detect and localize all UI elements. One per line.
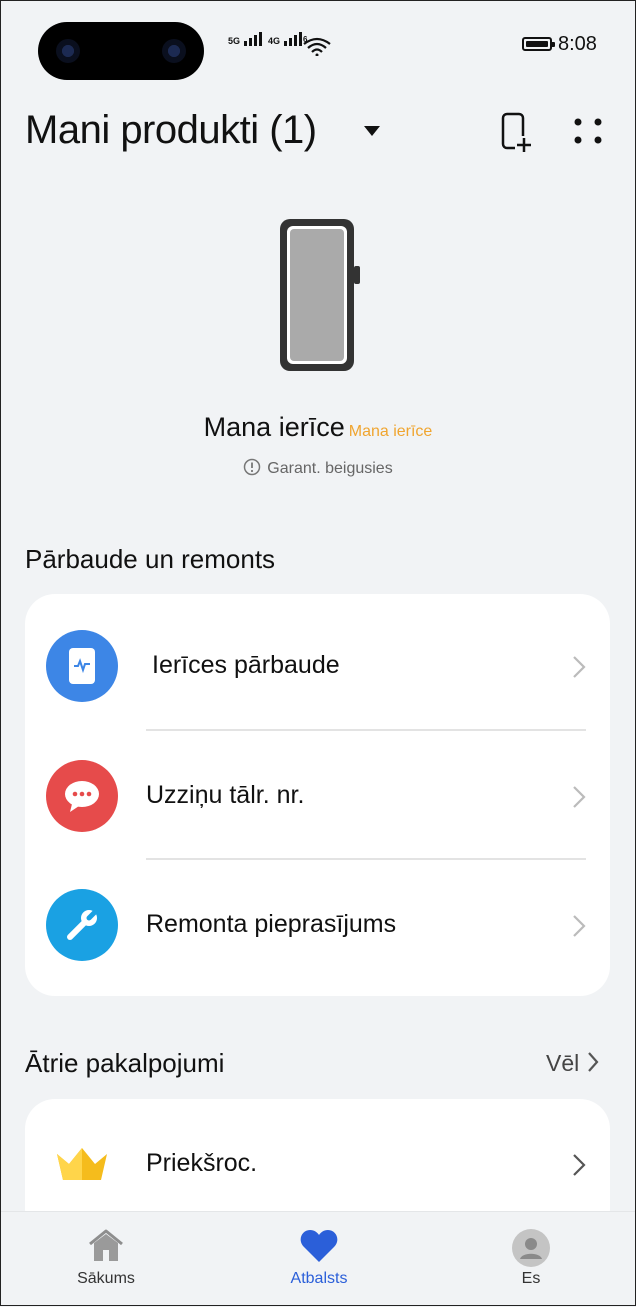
cellular-signal-1: 5G [228,32,262,46]
info-icon [243,458,261,481]
battery-icon [522,37,555,51]
add-device-icon[interactable] [498,112,534,159]
page-title[interactable]: Mani produkti (1) [25,108,317,153]
front-camera-right [162,39,186,63]
device-image[interactable] [276,216,362,381]
check-repair-card: Ierīces pārbaude Uzziņu tālr. nr. Remont… [25,594,610,996]
device-tag: Mana ierīce [348,423,433,440]
nav-label: Sākums [77,1270,135,1287]
chevron-right-icon [572,785,586,814]
battery-level-fill [526,41,548,47]
cellular-signal-2: 4G [268,32,302,46]
home-icon [86,1228,126,1269]
nav-label: Es [521,1270,541,1287]
chevron-right-icon [572,1153,586,1182]
list-item-label: Uzziņu tālr. nr. [146,781,305,809]
nav-label: Atbalsts [290,1270,348,1287]
signal-bars-icon [243,32,262,46]
more-link-label: Vēl [546,1050,580,1076]
list-item-label: Priekšroc. [146,1149,258,1177]
chevron-right-icon [572,655,586,684]
more-link[interactable]: Vēl [546,1050,599,1079]
list-item-label: Ierīces pārbaude [152,651,340,679]
section-title-check-repair: Pārbaude un remonts [25,544,276,574]
wrench-icon [46,889,118,961]
device-name-row: Mana ierīce Mana ierīce [0,412,636,443]
wifi-icon: 6 [300,34,332,61]
bottom-nav: Sākums Atbalsts Es [0,1211,636,1307]
list-item-hotline[interactable]: Uzziņu tālr. nr. [25,731,610,859]
list-item-privileges[interactable]: Priekšroc. [25,1099,610,1227]
section-title-quick-services: Ātrie pakalpojumi [25,1048,225,1078]
front-camera-left [56,39,80,63]
avatar-icon [511,1228,551,1273]
warranty-text: Garant. beigusies [267,460,393,477]
more-icon[interactable] [572,116,604,153]
heart-icon [299,1228,339,1269]
chevron-right-icon [572,914,586,943]
phone-check-icon [46,630,118,702]
list-item-label: Remonta pieprasījums [146,910,397,938]
crown-icon [46,1128,118,1200]
chat-bubble-icon [46,760,118,832]
list-item-repair-request[interactable]: Remonta pieprasījums [25,860,610,988]
signal-2-label: 4G [268,36,281,46]
dropdown-caret-icon[interactable] [364,126,380,136]
device-name: Mana ierīce [203,412,345,442]
signal-1-label: 5G [228,36,241,46]
signal-bars-icon [283,32,302,46]
camera-cutout [38,22,204,80]
clock: 8:08 [558,33,597,55]
list-item-device-check[interactable]: Ierīces pārbaude [25,601,610,729]
warranty-status: Garant. beigusies [0,458,636,481]
chevron-right-icon [587,1051,599,1079]
